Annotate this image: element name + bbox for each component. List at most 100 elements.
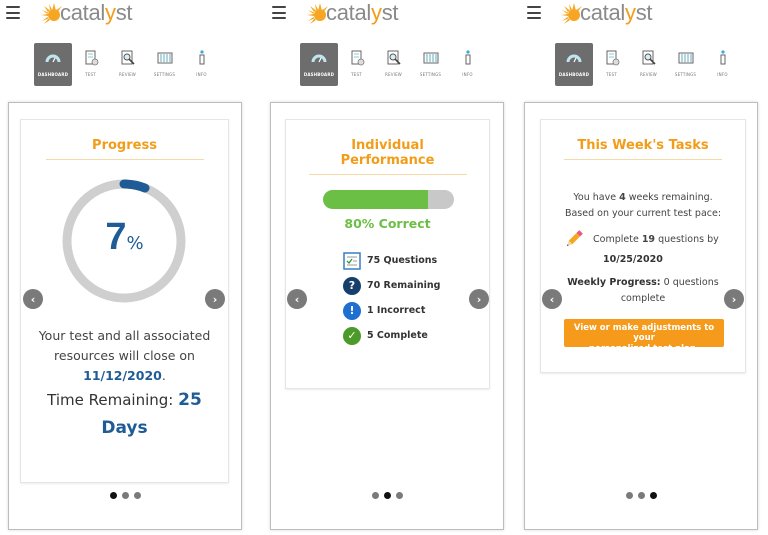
nav-test[interactable]: TEST <box>593 43 630 86</box>
nav-settings[interactable]: SETTINGS <box>146 43 183 86</box>
correct-progress-bar <box>323 190 454 209</box>
time-remaining: Time Remaining: 25 <box>21 390 228 410</box>
checklist-icon <box>343 251 361 270</box>
title-line: Performance <box>340 153 435 168</box>
close-notice: Your test and all associated resources w… <box>21 326 228 386</box>
nav-test[interactable]: TEST <box>72 43 109 86</box>
nav-settings[interactable]: SETTINGS <box>412 43 449 86</box>
pace-text: Based on your current test pace: <box>564 208 722 219</box>
hamburger-menu-icon[interactable] <box>272 6 286 20</box>
test-sheet-icon <box>606 50 619 66</box>
nav-label: TEST <box>606 72 617 77</box>
carousel-next-button[interactable]: › <box>724 289 744 309</box>
carousel-next-button[interactable]: › <box>469 289 489 309</box>
task-count: 19 <box>641 233 656 245</box>
carousel-dot-2[interactable] <box>383 492 391 499</box>
weeks-count: 4 <box>619 192 626 203</box>
nav-label: INFO <box>462 72 473 77</box>
nav-review[interactable]: REVIEW <box>630 43 667 86</box>
nav-label: INFO <box>717 72 728 77</box>
nav-settings[interactable]: SETTINGS <box>667 43 704 86</box>
weekly-tasks-card: This Week's Tasks You have 4 weeks remai… <box>540 119 746 373</box>
nav-dashboard[interactable]: DASHBOARD <box>300 43 338 86</box>
nav-info[interactable]: INFO <box>449 43 486 86</box>
nav-info[interactable]: INFO <box>183 43 220 86</box>
nav-label: INFO <box>196 72 207 77</box>
carousel-indicators <box>9 492 241 499</box>
stat-label: 5 Complete <box>367 330 428 341</box>
time-remaining-label: Time Remaining: <box>47 391 174 409</box>
carousel-prev-button[interactable]: ‹ <box>542 289 562 309</box>
adjust-test-plan-button[interactable]: View or make adjustments to your persona… <box>564 319 724 354</box>
nav-info[interactable]: INFO <box>704 43 741 86</box>
nav-label: DASHBOARD <box>303 72 335 77</box>
brand-name: catalyst <box>326 0 399 25</box>
info-icon <box>720 50 725 65</box>
nav-label: TEST <box>351 72 362 77</box>
carousel-dot-2[interactable] <box>121 492 129 499</box>
chevron-left-icon: ‹ <box>294 292 300 306</box>
carousel-next-button[interactable]: › <box>205 289 225 309</box>
hamburger-menu-icon[interactable] <box>6 6 20 20</box>
chevron-right-icon: › <box>731 292 737 306</box>
card-title: This Week's Tasks <box>577 138 709 153</box>
question-icon: ? <box>343 276 361 295</box>
stat-label: 75 Questions <box>367 255 438 266</box>
stat-label: 1 Incorrect <box>367 305 426 316</box>
progress-percent: 7% <box>21 216 228 259</box>
card-title: Progress <box>92 138 157 153</box>
carousel-dot-1[interactable] <box>625 492 633 499</box>
catalyst-logo: catalyst <box>560 0 660 28</box>
nav-dashboard[interactable]: DASHBOARD <box>34 43 72 86</box>
nav-review[interactable]: REVIEW <box>109 43 146 86</box>
nav-review[interactable]: REVIEW <box>375 43 412 86</box>
sliders-icon <box>678 52 693 64</box>
period: . <box>161 368 166 383</box>
carousel-dot-3[interactable] <box>133 492 141 499</box>
main-nav: DASHBOARD TEST REVIEW SETTINGS INFO <box>555 43 741 86</box>
cta-line: personalized test plan. <box>588 343 700 354</box>
weekly-progress-text: complete <box>620 293 666 304</box>
carousel-dot-1[interactable] <box>371 492 379 499</box>
hamburger-menu-icon[interactable] <box>527 6 541 20</box>
gauge-icon <box>566 54 582 63</box>
nav-label: SETTINGS <box>153 72 176 77</box>
magnifier-icon <box>121 50 135 65</box>
correct-progress-fill <box>323 190 428 209</box>
chevron-right-icon: › <box>212 292 218 306</box>
stat-label: 70 Remaining <box>367 280 441 291</box>
card-title: Individual Performance <box>286 138 489 168</box>
chevron-right-icon: › <box>476 292 482 306</box>
carousel-dot-3[interactable] <box>649 492 657 499</box>
carousel-indicators <box>525 492 757 499</box>
weekly-progress: Weekly Progress: 0 questions complete <box>541 275 745 307</box>
close-date: 11/12/2020 <box>83 368 162 383</box>
carousel-prev-button[interactable]: ‹ <box>287 289 307 309</box>
nav-label: REVIEW <box>640 72 657 77</box>
pencil-icon <box>566 230 583 247</box>
gauge-icon <box>311 54 327 63</box>
chevron-left-icon: ‹ <box>549 292 555 306</box>
screens-composite: catalyst DASHBOARD TEST REVIEW SETTINGS <box>0 0 768 535</box>
nav-test[interactable]: TEST <box>338 43 375 86</box>
chevron-left-icon: ‹ <box>30 292 36 306</box>
carousel-dot-3[interactable] <box>395 492 403 499</box>
carousel-dot-1[interactable] <box>109 492 117 499</box>
task-due-date: 10/25/2020 <box>603 254 663 265</box>
top-bar: catalyst <box>516 0 764 30</box>
nav-dashboard[interactable]: DASHBOARD <box>555 43 593 86</box>
title-divider <box>45 159 204 160</box>
intro-text: You have <box>573 192 620 203</box>
catalyst-logo: catalyst <box>306 0 406 28</box>
time-remaining-unit: Days <box>101 418 148 438</box>
carousel-panel: Individual Performance 80% Correct 75 Que… <box>270 102 504 530</box>
carousel-dot-2[interactable] <box>637 492 645 499</box>
cta-line: View or make adjustments to your <box>573 322 715 344</box>
nav-label: TEST <box>85 72 96 77</box>
nav-label: SETTINGS <box>674 72 697 77</box>
weekly-task: Complete 19 questions by 10/25/2020 <box>563 228 733 265</box>
carousel-prev-button[interactable]: ‹ <box>23 289 43 309</box>
stat-remaining: ? 70 Remaining <box>343 273 440 298</box>
sliders-icon <box>157 52 172 64</box>
title-divider <box>308 174 467 175</box>
